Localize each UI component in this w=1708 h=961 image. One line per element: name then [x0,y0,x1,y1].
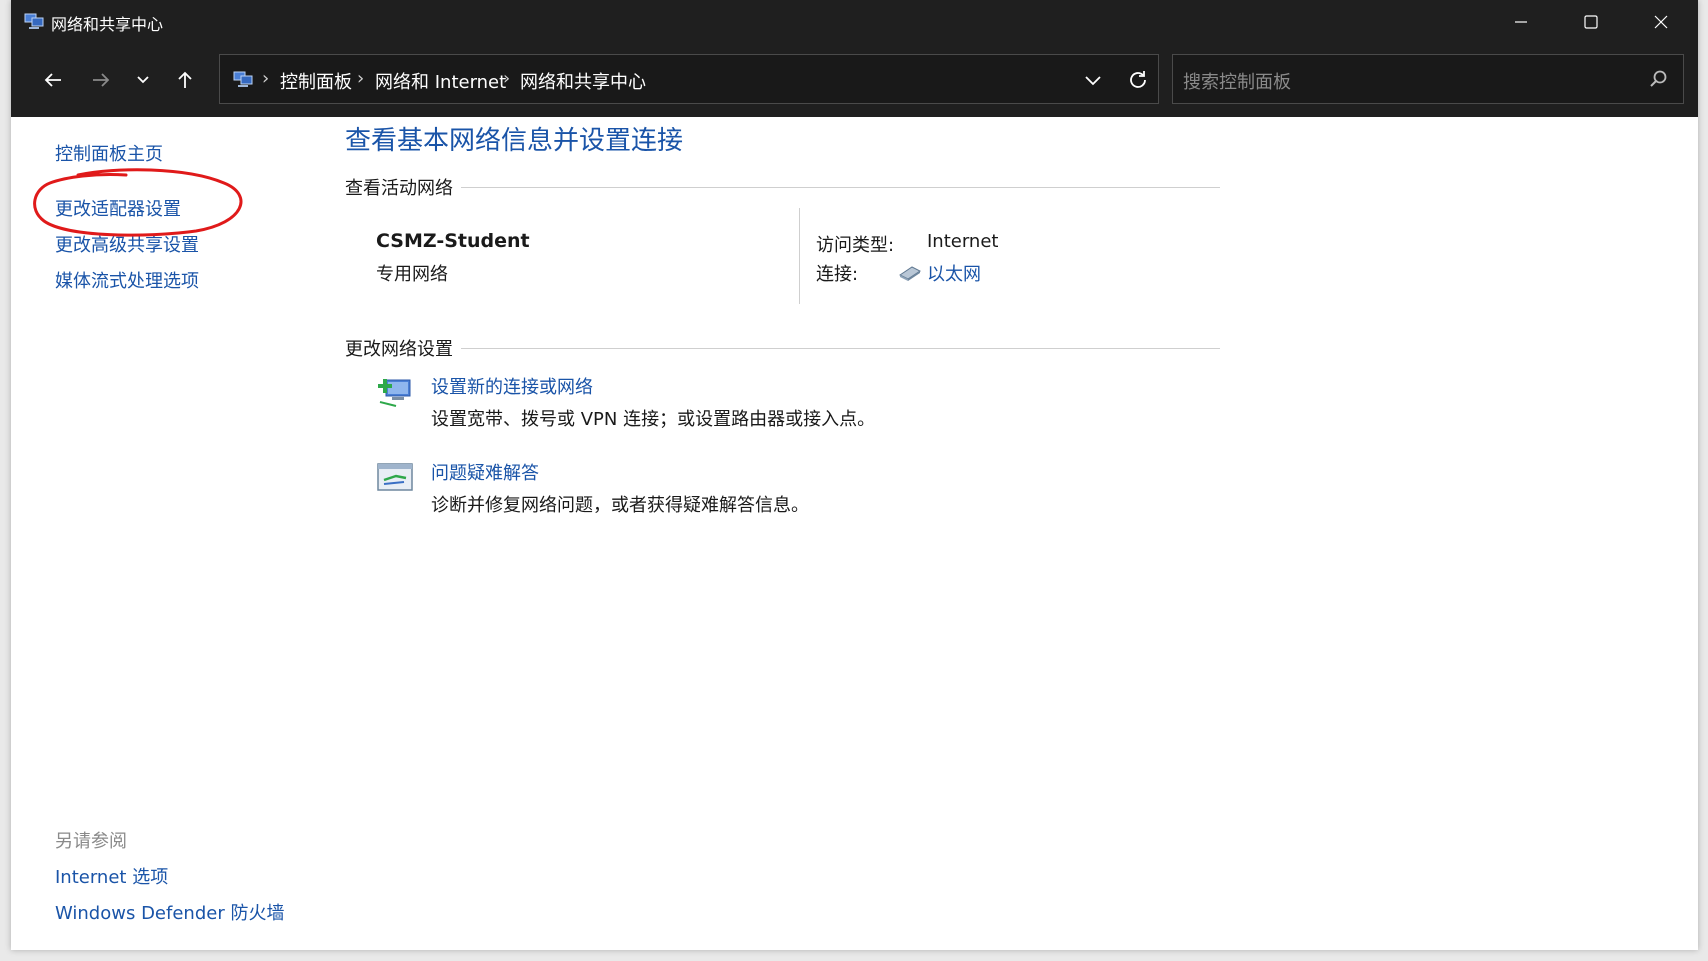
search-icon[interactable] [1647,68,1669,90]
back-button[interactable] [35,62,71,98]
setup-new-connection-link[interactable]: 设置新的连接或网络 [431,373,593,399]
active-networks-heading: 查看活动网络 [345,174,461,200]
control-panel-window: 网络和共享中心 › 控制面板 › 网络和 Internet › 网络和共享中心 … [11,0,1698,950]
arrow-left-icon [44,73,61,87]
sidebar-link-advanced-sharing[interactable]: 更改高级共享设置 [55,231,199,257]
breadcrumb-separator: › [357,68,365,89]
network-center-icon [24,13,44,29]
connection-label: 连接: [816,264,859,285]
breadcrumb-network-sharing-center[interactable]: 网络和共享中心 [520,68,646,94]
refresh-icon[interactable] [1125,67,1151,93]
arrow-right-icon [93,73,110,87]
breadcrumb-separator: › [503,68,511,89]
ethernet-icon [899,266,921,281]
troubleshoot-icon [377,463,413,491]
network-name: CSMZ-Student [376,230,530,252]
sidebar-link-change-adapter-settings[interactable]: 更改适配器设置 [55,195,181,221]
breadcrumb-separator: › [262,68,270,89]
change-settings-heading: 更改网络设置 [345,335,461,361]
arrow-up-icon [178,71,192,88]
network-info-divider [799,208,800,304]
change-settings-divider [345,348,1220,349]
sidebar-link-windows-defender-firewall[interactable]: Windows Defender 防火墙 [55,899,284,925]
troubleshoot-description: 诊断并修复网络问题，或者获得疑难解答信息。 [431,495,809,516]
search-box[interactable]: 搜索控制面板 [1172,54,1684,104]
recent-locations-button[interactable] [125,62,161,98]
address-dropdown-icon[interactable] [1080,67,1106,93]
network-category: 专用网络 [376,264,448,285]
new-connection-icon [378,379,411,407]
sidebar-link-media-streaming[interactable]: 媒体流式处理选项 [55,267,199,293]
page-title: 查看基本网络信息并设置连接 [345,126,684,156]
maximize-icon [1584,15,1598,29]
active-networks-divider [345,187,1220,188]
chevron-down-icon [137,76,149,84]
sidebar-link-control-panel-home[interactable]: 控制面板主页 [55,140,163,166]
access-type-value: Internet [927,231,999,252]
minimize-icon [1515,21,1527,23]
minimize-button[interactable] [1486,0,1556,44]
close-icon [1654,15,1668,29]
forward-button[interactable] [83,62,119,98]
sidebar-link-internet-options[interactable]: Internet 选项 [55,863,168,889]
search-placeholder[interactable]: 搜索控制面板 [1183,68,1291,94]
title-bar: 网络和共享中心 [11,0,1698,44]
up-button[interactable] [167,62,203,98]
control-panel-icon [233,71,253,87]
breadcrumb-control-panel[interactable]: 控制面板 [280,68,352,94]
navigation-bar: › 控制面板 › 网络和 Internet › 网络和共享中心 搜索控制面板 [11,44,1698,117]
close-button[interactable] [1626,0,1696,44]
window-title: 网络和共享中心 [51,15,164,34]
maximize-button[interactable] [1556,0,1626,44]
access-type-label: 访问类型: [816,235,895,256]
ethernet-connection-link[interactable]: 以太网 [927,260,981,286]
troubleshoot-link[interactable]: 问题疑难解答 [431,459,539,485]
address-bar[interactable]: › 控制面板 › 网络和 Internet › 网络和共享中心 [219,54,1159,104]
breadcrumb-network-internet[interactable]: 网络和 Internet [375,68,506,94]
setup-new-connection-description: 设置宽带、拨号或 VPN 连接；或设置路由器或接入点。 [431,409,876,430]
see-also-heading: 另请参阅 [55,831,127,852]
